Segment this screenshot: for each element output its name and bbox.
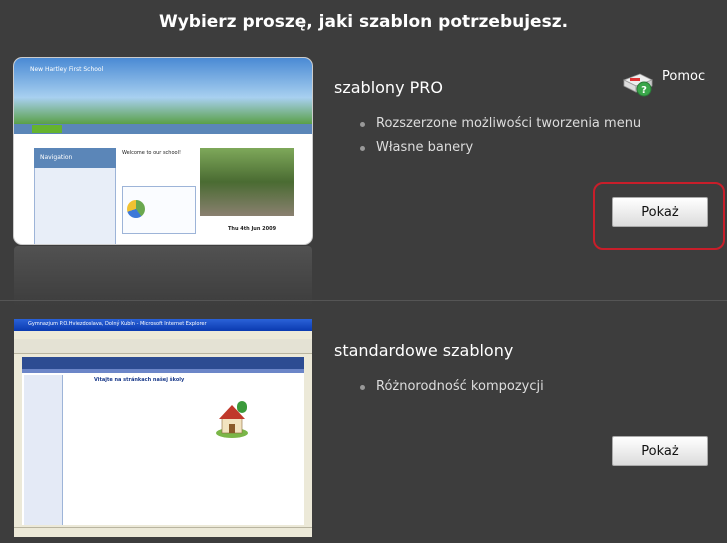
preview-reflection: [14, 246, 312, 306]
preview-pie-image: [127, 200, 145, 218]
preview-window-title: Gymnazjum P.O.Hviezdoslava, Dolný Kubín …: [28, 321, 207, 327]
preview-toolbar: [14, 339, 312, 354]
section-divider: [0, 300, 727, 301]
show-standard-button[interactable]: Pokaż: [612, 436, 708, 466]
help-link[interactable]: ? Pomoc: [622, 68, 706, 98]
preview-statusbar: [14, 527, 312, 537]
preview-page-subheader: [22, 369, 304, 373]
preview-welcome: Welcome to our school!: [122, 150, 181, 156]
feature-item: Własne banery: [360, 136, 641, 160]
preview-school-photo: [200, 148, 294, 216]
show-pro-button[interactable]: Pokaż: [612, 197, 708, 227]
page-title: Wybierz proszę, jaki szablon potrzebujes…: [158, 12, 569, 32]
section-title-standard: standardowe szablony: [334, 341, 514, 360]
preview-menubar: [14, 331, 312, 339]
standard-template-preview[interactable]: Gymnazjum P.O.Hviezdoslava, Dolný Kubín …: [14, 319, 312, 537]
feature-list-standard: Różnorodność kompozycji: [360, 375, 544, 399]
preview-sidebar: [24, 375, 63, 525]
preview-sidebar-heading: Navigation: [34, 148, 116, 168]
svg-text:?: ?: [641, 85, 647, 96]
pro-template-preview[interactable]: New Hartley First School Navigation Welc…: [14, 58, 312, 244]
help-label: Pomoc: [662, 68, 706, 84]
preview-site-title: New Hartley First School: [30, 66, 104, 73]
feature-item: Rozszerzone możliwości tworzenia menu: [360, 112, 641, 136]
feature-item: Różnorodność kompozycji: [360, 375, 544, 399]
preview-page-header: [22, 357, 304, 369]
feature-list-pro: Rozszerzone możliwości tworzenia menu Wł…: [360, 112, 641, 160]
help-icon: ?: [622, 70, 656, 98]
section-title-pro: szablony PRO: [334, 78, 443, 97]
preview-nav-active: [32, 125, 62, 133]
preview-date: Thu 4th Jun 2009: [228, 226, 277, 232]
house-illustration-icon: [214, 399, 250, 439]
preview-content-title: Vitajte na stránkach našej školy: [94, 377, 185, 383]
